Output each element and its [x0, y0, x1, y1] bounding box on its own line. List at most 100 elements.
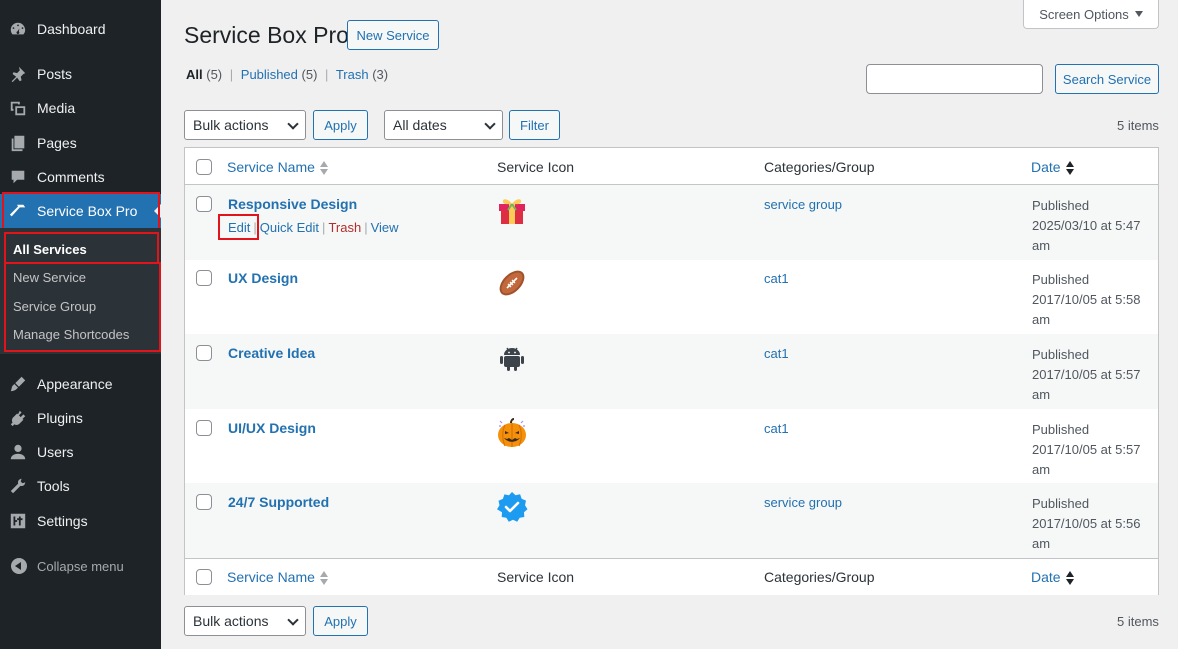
menu-label: Service Box Pro: [37, 203, 138, 219]
media-icon: [9, 99, 27, 117]
date-cell: Published 2017/10/05 at 5:57 am: [1032, 347, 1141, 402]
select-all-checkbox[interactable]: [196, 159, 212, 175]
apply-button[interactable]: Apply: [313, 110, 368, 140]
search-input[interactable]: [866, 64, 1043, 94]
menu-media[interactable]: Media: [0, 91, 161, 125]
category-link[interactable]: service group: [764, 495, 842, 510]
services-table: Service Name Service Icon Categories/Gro…: [184, 147, 1159, 595]
category-link[interactable]: cat1: [764, 271, 789, 286]
menu-pages[interactable]: Pages: [0, 126, 161, 160]
hammer-icon: [9, 202, 27, 220]
submenu-all-services[interactable]: All Services: [13, 242, 87, 257]
search-service-button[interactable]: Search Service: [1055, 64, 1159, 94]
service-title-link[interactable]: UX Design: [228, 270, 298, 286]
menu-label: Dashboard: [37, 21, 106, 37]
select-all-checkbox[interactable]: [196, 569, 212, 585]
dates-value: All dates: [393, 117, 447, 133]
dashboard-icon: [9, 20, 27, 38]
submenu-new-service[interactable]: New Service: [13, 270, 86, 285]
wrench-icon: [9, 477, 27, 495]
menu-label: Tools: [37, 478, 70, 494]
column-date[interactable]: Date: [1031, 569, 1075, 586]
row-checkbox[interactable]: [196, 270, 212, 286]
chevron-down-icon: [287, 118, 299, 130]
date-cell: Published 2017/10/05 at 5:58 am: [1032, 272, 1141, 327]
column-date[interactable]: Date: [1031, 159, 1075, 176]
apply-button-bottom[interactable]: Apply: [313, 606, 368, 636]
service-title-link[interactable]: UI/UX Design: [228, 420, 316, 436]
table-header: Service Name Service Icon Categories/Gro…: [185, 148, 1158, 185]
menu-posts[interactable]: Posts: [0, 57, 161, 91]
pumpkin-icon: [498, 418, 526, 447]
service-title-link[interactable]: 24/7 Supported: [228, 494, 329, 510]
column-service-icon: Service Icon: [497, 569, 575, 585]
verified-badge-icon: [497, 492, 528, 522]
view-link[interactable]: View: [371, 220, 399, 235]
menu-label: Appearance: [37, 376, 113, 392]
screen-options-label: Screen Options: [1039, 6, 1129, 22]
menu-dashboard[interactable]: Dashboard: [0, 12, 161, 46]
view-trash-link[interactable]: Trash (3): [336, 67, 388, 82]
menu-appearance[interactable]: Appearance: [0, 367, 161, 401]
column-categories: Categories/Group: [764, 159, 875, 175]
menu-label: Users: [37, 444, 74, 460]
collapse-menu-button[interactable]: Collapse menu: [0, 556, 161, 576]
trash-link[interactable]: Trash: [328, 220, 361, 235]
sort-icon: [1065, 571, 1075, 586]
user-icon: [9, 443, 27, 461]
submenu-service-group[interactable]: Service Group: [13, 299, 96, 314]
menu-tools[interactable]: Tools: [0, 469, 161, 503]
brush-icon: [9, 375, 27, 393]
bulk-actions-value: Bulk actions: [193, 613, 269, 629]
menu-label: Posts: [37, 66, 73, 82]
column-service-icon: Service Icon: [497, 159, 575, 175]
category-link[interactable]: cat1: [764, 421, 789, 436]
quick-edit-link[interactable]: Quick Edit: [260, 220, 319, 235]
chevron-down-icon: [287, 614, 299, 626]
table-row: Responsive Design Edit | Quick Edit | Trash |…: [185, 185, 1158, 260]
submenu-manage-shortcodes[interactable]: Manage Shortcodes: [13, 327, 129, 342]
dates-filter-select[interactable]: All dates: [384, 110, 503, 140]
menu-settings[interactable]: Settings: [0, 504, 161, 538]
caret-down-icon: [1134, 11, 1143, 17]
bulk-actions-select-bottom[interactable]: Bulk actions: [184, 606, 306, 636]
view-all-link[interactable]: All (5): [186, 67, 222, 82]
post-status-filters: All (5) | Published (5) | Trash (3): [186, 67, 388, 82]
column-service-name[interactable]: Service Name: [227, 159, 329, 176]
edit-highlight-box: [218, 214, 259, 240]
gift-icon: [499, 199, 525, 224]
separator: |: [364, 220, 368, 235]
separator: |: [229, 67, 234, 82]
menu-comments[interactable]: Comments: [0, 160, 161, 194]
menu-plugins[interactable]: Plugins: [0, 401, 161, 435]
screen-options-button[interactable]: Screen Options: [1023, 0, 1159, 29]
row-checkbox[interactable]: [196, 345, 212, 361]
table-row: 24/7 Supported service group Published 20…: [185, 483, 1158, 558]
collapse-label: Collapse menu: [37, 559, 124, 574]
category-link[interactable]: cat1: [764, 346, 789, 361]
row-checkbox[interactable]: [196, 196, 212, 212]
bulk-actions-value: Bulk actions: [193, 117, 269, 133]
view-published-link[interactable]: Published (5): [241, 67, 318, 82]
sort-icon: [319, 161, 329, 176]
row-checkbox[interactable]: [196, 494, 212, 510]
row-checkbox[interactable]: [196, 420, 212, 436]
bulk-actions-select[interactable]: Bulk actions: [184, 110, 306, 140]
menu-label: Settings: [37, 513, 88, 529]
menu-service-box-pro[interactable]: Service Box Pro: [0, 194, 161, 228]
filter-button[interactable]: Filter: [509, 110, 560, 140]
sort-icon: [1065, 161, 1075, 176]
items-count: 5 items: [1117, 118, 1159, 133]
current-menu-arrow: [154, 204, 161, 218]
collapse-icon: [11, 558, 27, 574]
page-title: Service Box Pro: [184, 22, 349, 48]
service-title-link[interactable]: Creative Idea: [228, 345, 315, 361]
new-service-button[interactable]: New Service: [347, 20, 439, 50]
category-link[interactable]: service group: [764, 197, 842, 212]
menu-users[interactable]: Users: [0, 435, 161, 469]
chevron-down-icon: [484, 118, 496, 130]
service-box-submenu: All Services New Service Service Group M…: [0, 228, 161, 354]
service-title-link[interactable]: Responsive Design: [228, 196, 357, 212]
column-service-name[interactable]: Service Name: [227, 569, 329, 586]
items-count-bottom: 5 items: [1117, 614, 1159, 629]
